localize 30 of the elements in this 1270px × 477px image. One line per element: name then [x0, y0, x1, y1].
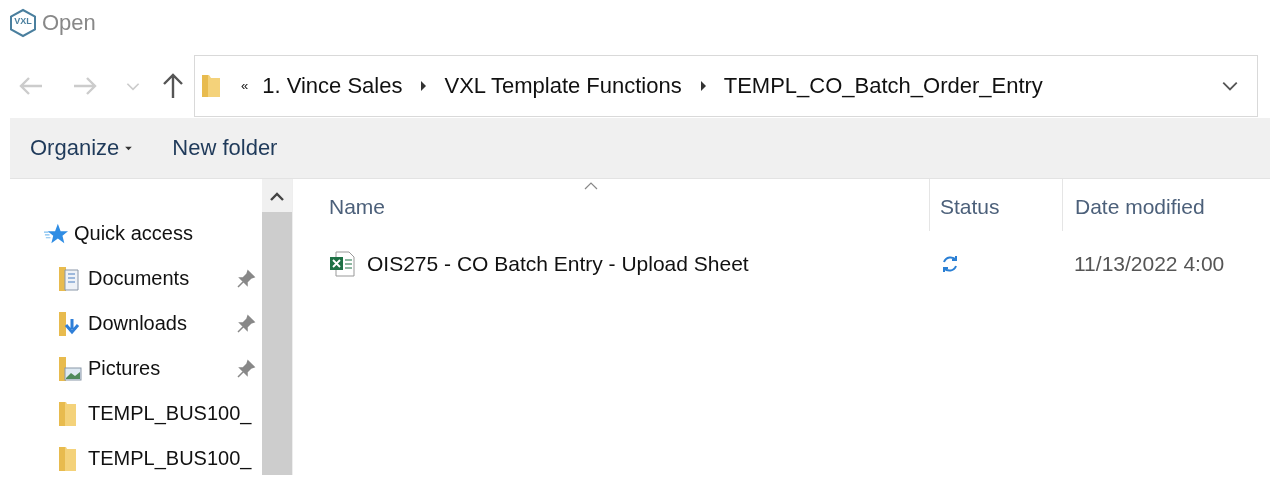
new-folder-button[interactable]: New folder [152, 135, 298, 161]
nav-item[interactable]: TEMPL_BUS100_ [88, 402, 252, 425]
breadcrumb-item[interactable]: 1. Vince Sales [262, 72, 403, 99]
chevron-up-icon [269, 190, 285, 201]
nav-item[interactable]: Quick access [74, 222, 193, 245]
spreadsheet-file-icon [329, 251, 355, 277]
overflow-button[interactable]: « [241, 78, 249, 93]
file-name[interactable]: OIS275 - CO Batch Entry - Upload Sheet [367, 252, 749, 276]
scrollbar-thumb[interactable] [262, 212, 292, 475]
documents-folder-icon [58, 265, 82, 292]
sort-icon [584, 182, 598, 190]
column-header[interactable]: Name [299, 179, 930, 231]
chevron-icon[interactable] [418, 78, 429, 93]
folder-icon [201, 72, 221, 99]
nav-item[interactable]: TEMPL_BUS100_ [88, 447, 252, 470]
address-bar[interactable]: « 1. Vince Sales VXL Template Functions TEMPL_CO_Batch_Order_Entry [194, 54, 1258, 117]
nav-item[interactable]: Documents [88, 267, 190, 290]
organize-button[interactable]: Organize [10, 135, 153, 161]
nav-item[interactable]: Downloads [88, 312, 187, 335]
breadcrumb-item[interactable]: TEMPL_CO_Batch_Order_Entry [723, 72, 1043, 99]
date-modified: 11/13/2022 4:00 [1074, 252, 1225, 276]
window-title: Open [42, 9, 96, 36]
pictures-folder-icon [58, 355, 82, 382]
column-header[interactable]: Status [930, 179, 1063, 231]
app-logo: VXL [8, 7, 38, 38]
nav-item[interactable]: Pictures [88, 357, 161, 380]
column-header[interactable]: Date modified [1063, 179, 1270, 231]
caret-icon [125, 145, 133, 151]
downloads-folder-icon [58, 310, 82, 337]
breadcrumb-item[interactable]: VXL Template Functions [444, 72, 682, 99]
